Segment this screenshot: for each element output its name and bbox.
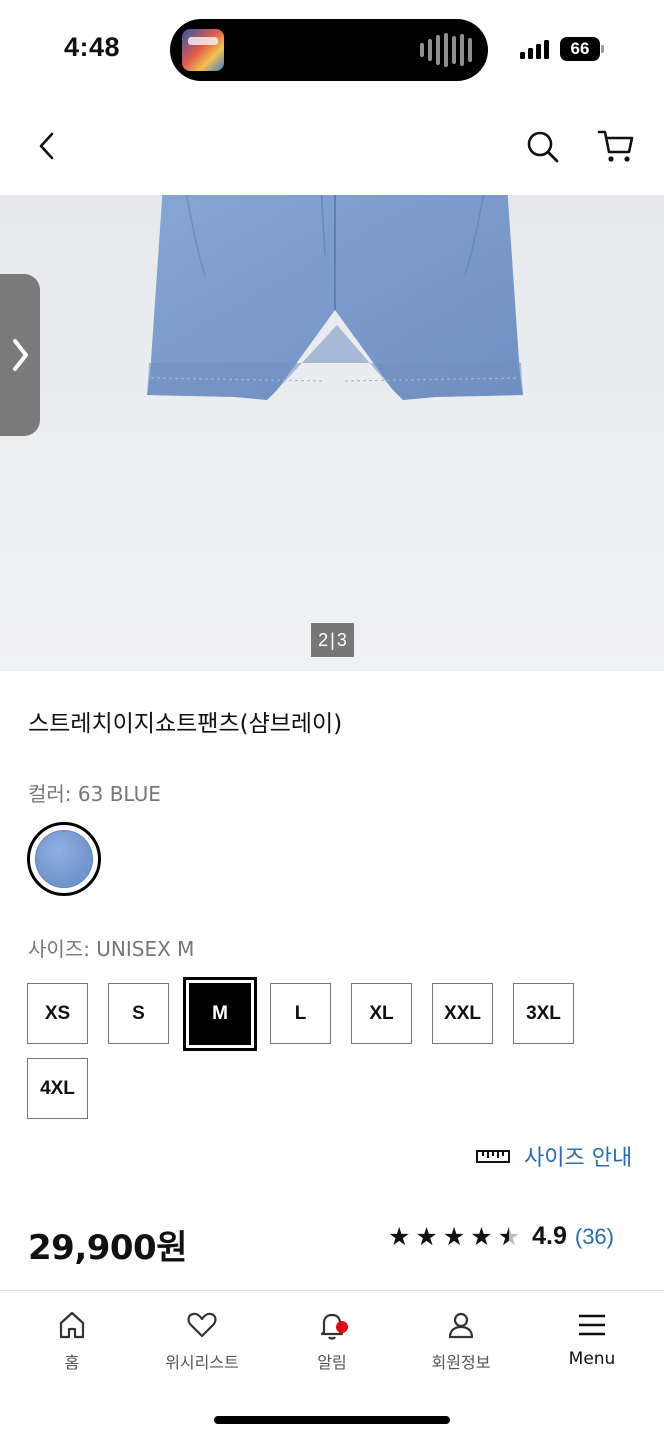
product-title: 스트레치이지쇼트팬츠(샴브레이) xyxy=(28,711,343,737)
product-rating[interactable]: ★ ★ ★ ★ ★ 4.9 (36) xyxy=(388,1222,614,1251)
review-count-link[interactable]: (36) xyxy=(575,1224,614,1250)
nav-home[interactable]: 홈 xyxy=(17,1309,127,1373)
chevron-left-icon xyxy=(39,132,54,160)
rating-stars: ★ ★ ★ ★ ★ xyxy=(388,1224,520,1249)
gallery-current-page: 2 xyxy=(318,629,329,650)
star-icon: ★ xyxy=(442,1222,466,1251)
star-icon: ★ xyxy=(388,1222,411,1251)
size-option-3xl[interactable]: 3XL xyxy=(513,983,574,1044)
nav-alerts-label: 알림 xyxy=(317,1353,347,1372)
status-bar: 4:48 66 xyxy=(0,0,664,96)
nav-menu[interactable]: Menu xyxy=(537,1309,647,1369)
size-option-l[interactable]: L xyxy=(270,983,331,1044)
chevron-right-icon xyxy=(13,339,28,371)
search-icon xyxy=(527,131,559,163)
heart-icon xyxy=(187,1312,217,1338)
product-price: 29,900원 xyxy=(28,1228,187,1268)
status-time: 4:48 xyxy=(64,32,121,62)
audio-waveform-icon xyxy=(420,33,472,67)
nav-home-label: 홈 xyxy=(64,1353,80,1372)
nav-alerts[interactable]: 알림 xyxy=(277,1309,387,1373)
search-button[interactable] xyxy=(522,126,564,168)
color-swatch-blue xyxy=(35,830,93,888)
size-option-m-selected[interactable]: M xyxy=(183,977,257,1051)
product-image xyxy=(147,195,523,400)
home-icon xyxy=(59,1311,85,1339)
nav-menu-label: Menu xyxy=(568,1349,616,1369)
size-label: 사이즈: UNISEX M xyxy=(28,937,195,961)
now-playing-artwork[interactable] xyxy=(182,29,224,71)
nav-wishlist[interactable]: 위시리스트 xyxy=(147,1309,257,1373)
size-option-xl[interactable]: XL xyxy=(351,983,412,1044)
size-option-xs[interactable]: XS xyxy=(27,983,88,1044)
size-guide-link[interactable]: 사이즈 안내 xyxy=(476,1140,632,1172)
battery-level: 66 xyxy=(570,39,590,58)
gallery-total-pages: 3 xyxy=(336,629,347,650)
rating-value: 4.9 xyxy=(532,1222,567,1250)
user-icon xyxy=(448,1312,474,1339)
notification-badge xyxy=(336,1321,348,1333)
nav-wishlist-label: 위시리스트 xyxy=(165,1353,239,1372)
gallery-page-indicator: 2 | 3 xyxy=(311,623,354,657)
cart-icon xyxy=(597,130,634,162)
star-icon: ★ xyxy=(415,1222,438,1251)
color-label: 컬러: 63 BLUE xyxy=(28,782,161,806)
app-header xyxy=(0,96,664,196)
cellular-signal-icon xyxy=(520,40,549,59)
color-swatch-selected[interactable] xyxy=(27,822,101,896)
size-option-4xl[interactable]: 4XL xyxy=(27,1058,88,1119)
size-option-xxl[interactable]: XXL xyxy=(432,983,493,1044)
nav-member[interactable]: 회원정보 xyxy=(406,1309,516,1373)
nav-member-label: 회원정보 xyxy=(431,1353,491,1372)
home-indicator[interactable] xyxy=(214,1416,450,1424)
cart-button[interactable] xyxy=(596,126,636,166)
back-button[interactable] xyxy=(30,124,66,168)
half-star-icon: ★ xyxy=(498,1224,520,1249)
gallery-next-arrow[interactable] xyxy=(0,274,40,436)
product-image-gallery[interactable]: 2 | 3 xyxy=(0,195,664,671)
battery-icon: 66 xyxy=(560,37,604,61)
hamburger-menu-icon xyxy=(579,1314,605,1336)
star-icon: ★ xyxy=(470,1222,493,1251)
size-guide-label[interactable]: 사이즈 안내 xyxy=(524,1140,632,1172)
size-option-s[interactable]: S xyxy=(108,983,169,1044)
dynamic-island[interactable] xyxy=(170,19,488,81)
ruler-icon xyxy=(476,1150,510,1163)
